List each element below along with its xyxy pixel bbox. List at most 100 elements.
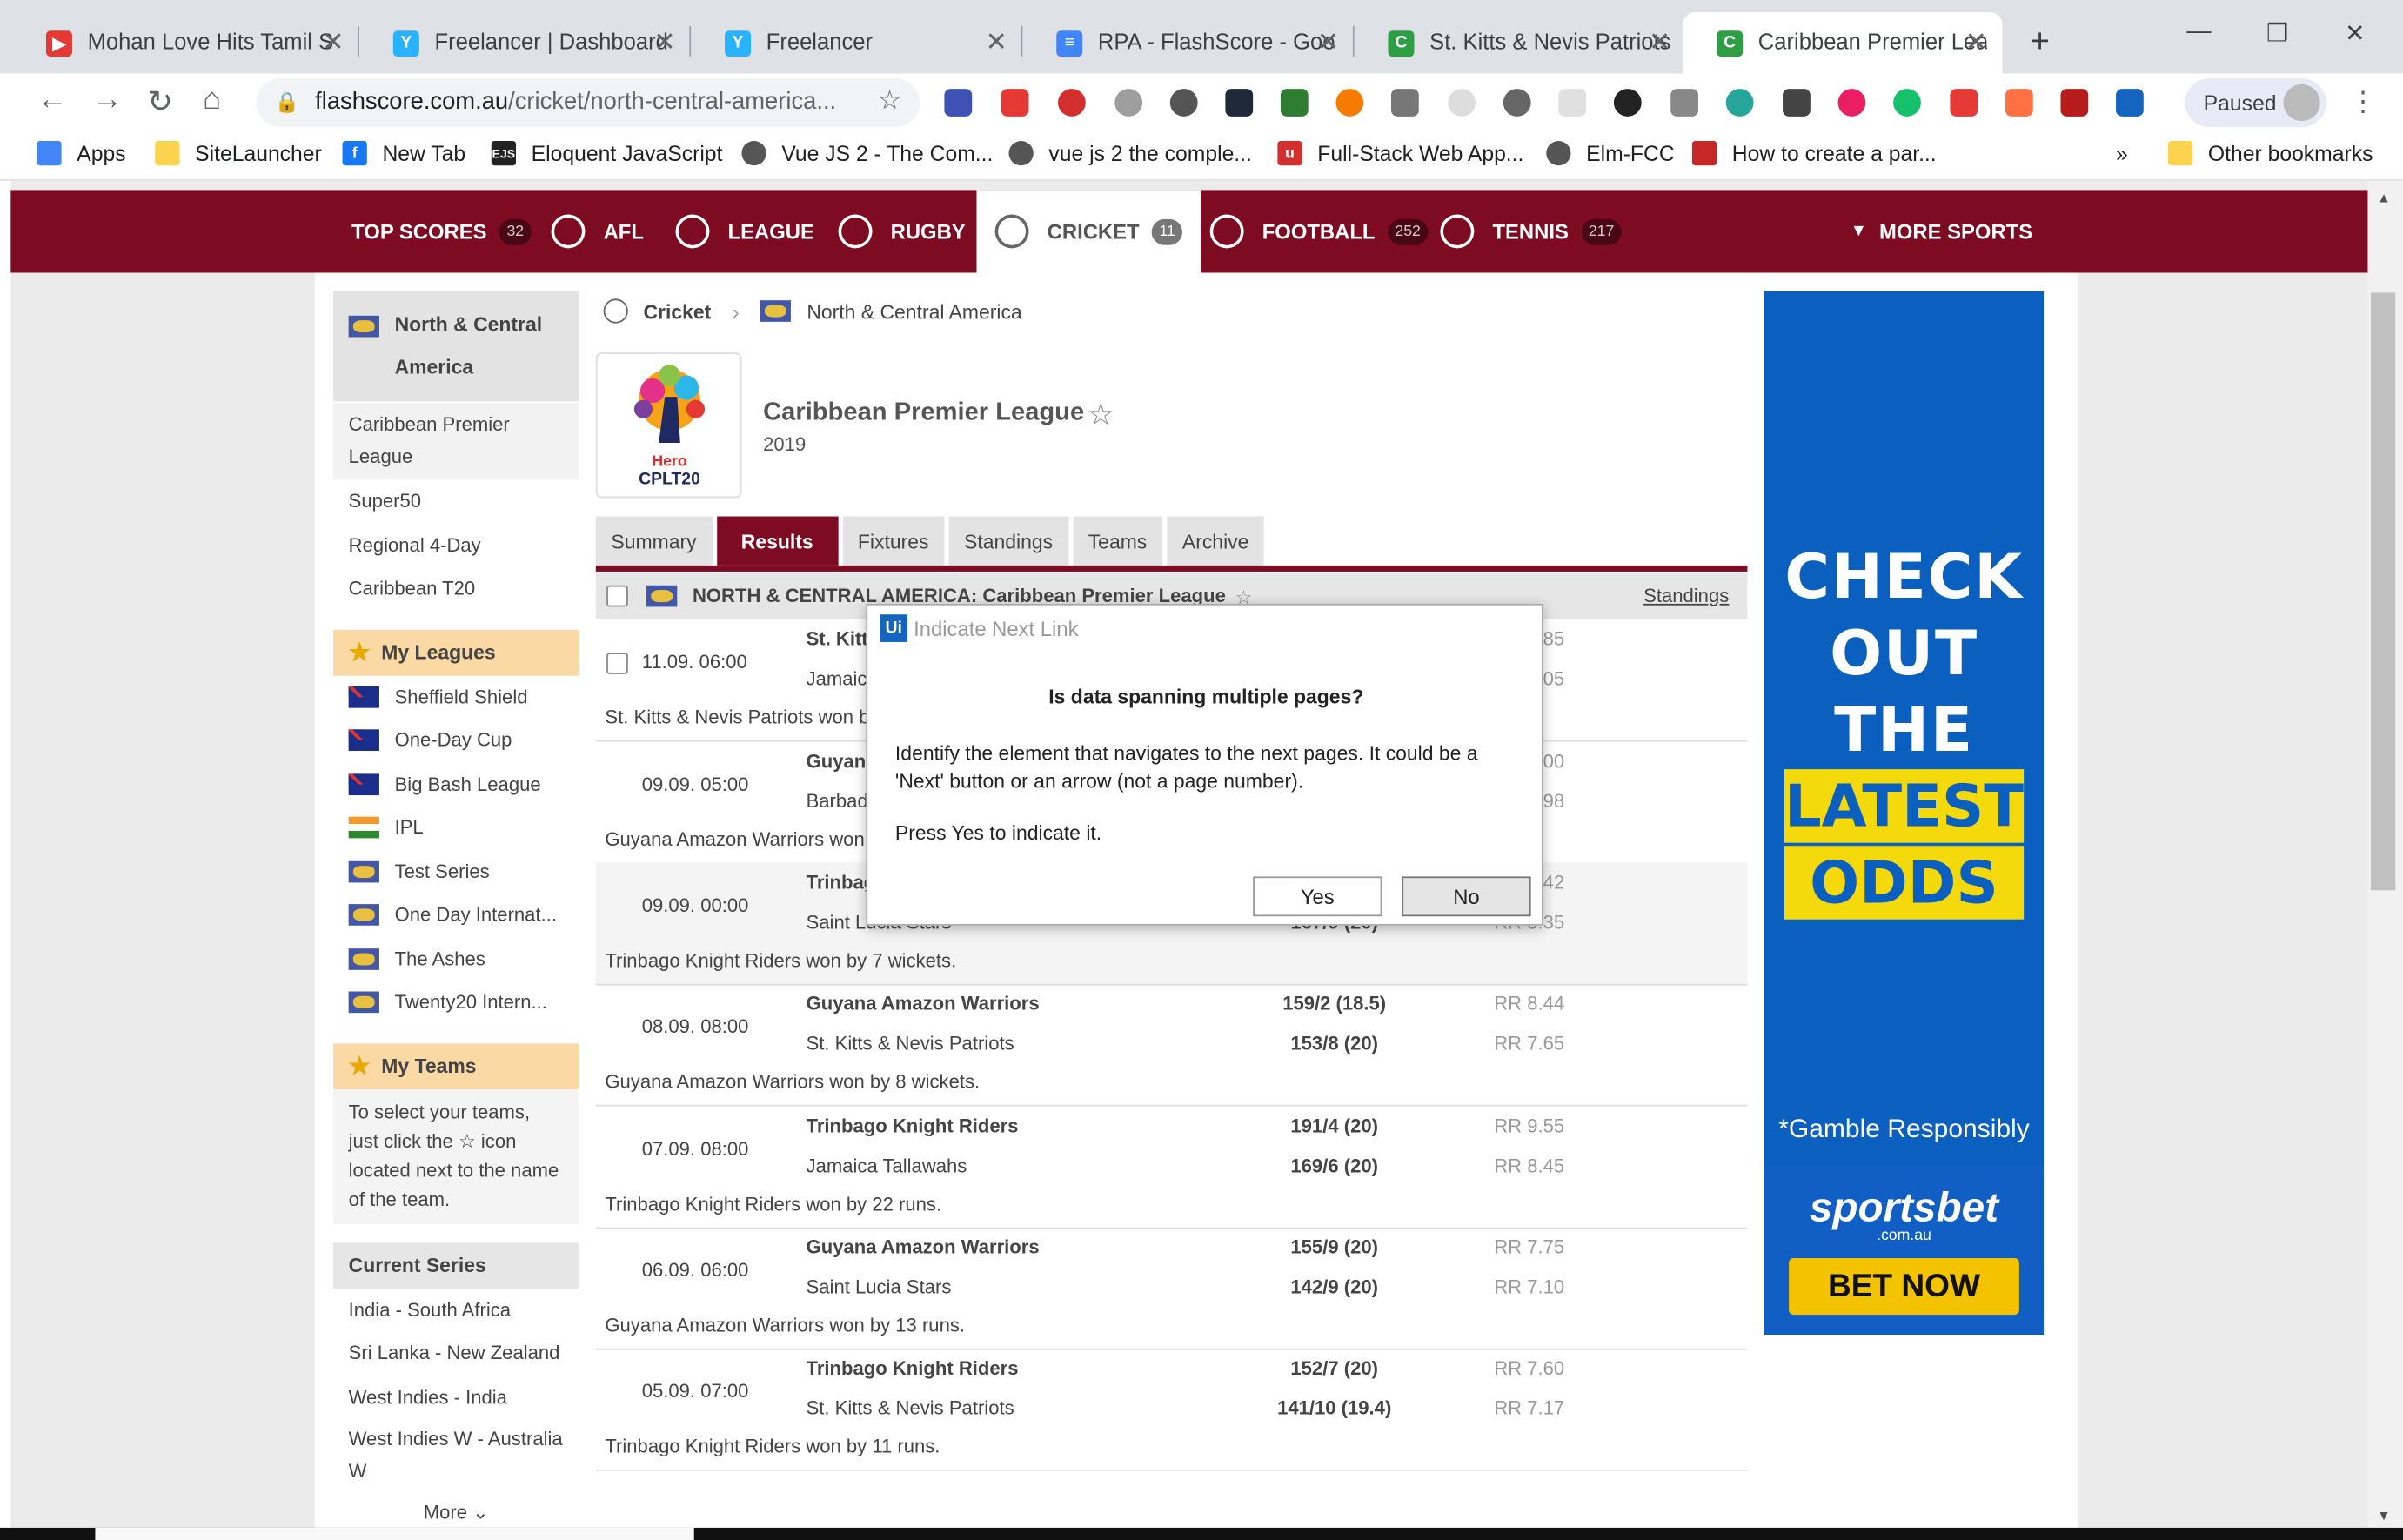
nav-top-scores[interactable]: TOP SCORES 32 <box>351 190 532 272</box>
nav-more-sports[interactable]: ▼ MORE SPORTS <box>1851 190 2032 272</box>
close-tab-icon[interactable]: ✕ <box>322 28 344 58</box>
extension-icon[interactable] <box>1837 89 1866 117</box>
bet-now-button[interactable]: BET NOW <box>1789 1257 2019 1316</box>
back-icon[interactable]: ← <box>37 83 67 118</box>
yes-button[interactable]: Yes <box>1253 876 1382 917</box>
forward-icon[interactable]: → <box>92 83 123 118</box>
current-series-item[interactable]: West Indies W - Australia W <box>333 1419 579 1493</box>
tab-archive[interactable]: Archive <box>1167 516 1265 566</box>
close-tab-icon[interactable]: ✕ <box>653 28 675 58</box>
extension-icon[interactable] <box>1950 89 1978 117</box>
minimize-icon[interactable]: — <box>2186 18 2211 46</box>
my-league-item[interactable]: Test Series <box>333 850 579 894</box>
nav-league[interactable]: LEAGUE <box>668 190 814 272</box>
extension-icon[interactable] <box>944 89 973 117</box>
extension-icon[interactable] <box>1725 89 1754 117</box>
breadcrumb-sport[interactable]: Cricket <box>643 299 711 322</box>
bookmark-item[interactable]: Vue JS 2 - The Com... <box>741 141 993 166</box>
profile-button[interactable]: Paused <box>2185 77 2326 128</box>
extension-icon[interactable] <box>1503 89 1531 117</box>
scrollbar-thumb[interactable] <box>2371 292 2396 891</box>
my-league-item[interactable]: Big Bash League <box>333 762 579 806</box>
extension-icon[interactable] <box>2005 89 2033 117</box>
extension-icon[interactable] <box>1058 89 1086 117</box>
more-series-button[interactable]: More ⌄ <box>333 1492 579 1532</box>
browser-tab[interactable]: ≡ RPA - FlashScore - Goo ✕ <box>1022 12 1355 73</box>
close-tab-icon[interactable]: ✕ <box>986 28 1007 58</box>
match-row[interactable]: 08.09. 08:00 Guyana Amazon Warriors St. … <box>595 984 1748 1106</box>
favorite-star-icon[interactable]: ☆ <box>1088 395 1115 433</box>
page-scrollbar[interactable]: ▲ ▼ <box>2367 180 2403 1540</box>
sidebar-league-item[interactable]: Regional 4-Day <box>333 523 579 566</box>
extension-icon[interactable] <box>1280 89 1309 117</box>
menu-kebab-icon[interactable]: ⋮ <box>2349 86 2377 118</box>
browser-tab[interactable]: C St. Kitts & Nevis Patriots ✕ <box>1355 12 1686 73</box>
bookmark-item[interactable]: How to create a par... <box>1691 141 1937 166</box>
extension-icon[interactable] <box>1390 89 1419 117</box>
extension-icon[interactable] <box>1225 89 1254 117</box>
scroll-up-icon[interactable]: ▲ <box>2377 190 2391 205</box>
home-icon[interactable]: ⌂ <box>203 83 221 118</box>
extension-icon[interactable] <box>1114 89 1143 117</box>
bookmark-item[interactable]: f New Tab <box>342 141 465 166</box>
new-tab-plus-icon[interactable]: + <box>2030 22 2050 62</box>
tab-summary[interactable]: Summary <box>595 516 713 566</box>
extension-icon[interactable] <box>1893 89 1921 117</box>
no-button[interactable]: No <box>1402 876 1531 917</box>
extension-icon[interactable] <box>1001 89 1029 117</box>
sidebar-league-item[interactable]: Caribbean T20 <box>333 567 579 611</box>
browser-tab[interactable]: Y Freelancer ✕ <box>691 12 1023 73</box>
extension-icon[interactable] <box>1783 89 1811 117</box>
nav-tennis[interactable]: TENNIS 217 <box>1433 190 1623 272</box>
nav-cricket[interactable]: CRICKET 11 <box>976 190 1202 273</box>
bookmark-item[interactable]: Elm-FCC <box>1546 141 1675 166</box>
close-tab-icon[interactable]: ✕ <box>1965 28 1987 58</box>
extension-icon[interactable] <box>1670 89 1698 117</box>
extension-icon[interactable] <box>1613 89 1642 117</box>
sidebar-league-item[interactable]: Super50 <box>333 479 579 523</box>
scroll-down-icon[interactable]: ▼ <box>2377 1508 2391 1523</box>
bookmark-item[interactable]: SiteLauncher <box>155 141 322 166</box>
bookmark-item[interactable]: vue js 2 the comple... <box>1008 141 1252 166</box>
extension-icon[interactable] <box>1169 89 1198 117</box>
extension-icon[interactable] <box>1558 89 1587 117</box>
nav-afl[interactable]: AFL <box>544 190 644 272</box>
other-bookmarks[interactable]: Other bookmarks <box>2168 141 2373 166</box>
current-series-item[interactable]: Sri Lanka - New Zealand <box>333 1331 579 1375</box>
restore-icon[interactable]: ❐ <box>2266 18 2288 49</box>
select-all-checkbox[interactable] <box>606 585 628 607</box>
close-tab-icon[interactable]: ✕ <box>1317 28 1339 58</box>
close-window-icon[interactable]: ✕ <box>2345 18 2366 49</box>
breadcrumb-region[interactable]: North & Central America <box>807 299 1021 322</box>
standings-link[interactable]: Standings <box>1643 586 1729 607</box>
bookmark-apps[interactable]: Apps <box>37 141 126 166</box>
sidebar-league-item[interactable]: Caribbean Premier League <box>332 403 579 480</box>
tab-teams[interactable]: Teams <box>1073 516 1162 566</box>
address-bar[interactable]: 🔒 flashscore.com.au/cricket/north-centra… <box>256 77 920 128</box>
my-league-item[interactable]: IPL <box>333 806 579 849</box>
browser-tab-active[interactable]: C Caribbean Premier Leag ✕ <box>1683 12 2003 74</box>
close-tab-icon[interactable]: ✕ <box>1649 28 1670 58</box>
my-league-item[interactable]: One Day Internat... <box>333 894 579 937</box>
nav-football[interactable]: FOOTBALL 252 <box>1203 190 1429 272</box>
tab-results[interactable]: Results <box>716 516 838 566</box>
match-row[interactable]: 07.09. 08:00 Trinbago Knight Riders Jama… <box>595 1107 1748 1229</box>
current-series-item[interactable]: India - South Africa <box>333 1288 579 1331</box>
tab-fixtures[interactable]: Fixtures <box>842 516 945 566</box>
bookmark-item[interactable]: EJS Eloquent JavaScript <box>491 141 722 166</box>
bookmark-star-icon[interactable]: ☆ <box>878 86 901 117</box>
my-league-item[interactable]: One-Day Cup <box>333 719 579 762</box>
bookmarks-overflow[interactable]: » <box>2116 141 2128 165</box>
browser-tab[interactable]: Y Freelancer | Dashboard ✕ <box>359 12 692 73</box>
reload-icon[interactable]: ↻ <box>147 83 173 121</box>
extension-icon[interactable] <box>2060 89 2089 117</box>
current-series-item[interactable]: West Indies - India <box>333 1376 579 1419</box>
extension-icon[interactable] <box>1335 89 1364 117</box>
tab-standings[interactable]: Standings <box>948 516 1068 566</box>
sidebar-region-header[interactable]: North & Central America <box>332 291 579 404</box>
match-checkbox[interactable] <box>606 653 628 674</box>
my-league-item[interactable]: Sheffield Shield <box>333 675 579 719</box>
my-league-item[interactable]: Twenty20 Intern... <box>333 981 579 1024</box>
sportsbet-ad[interactable]: CHECK OUT THE LATEST ODDS *Gamble Responsi… <box>1764 291 2045 1336</box>
uipath-extension-icon[interactable] <box>2116 89 2144 117</box>
